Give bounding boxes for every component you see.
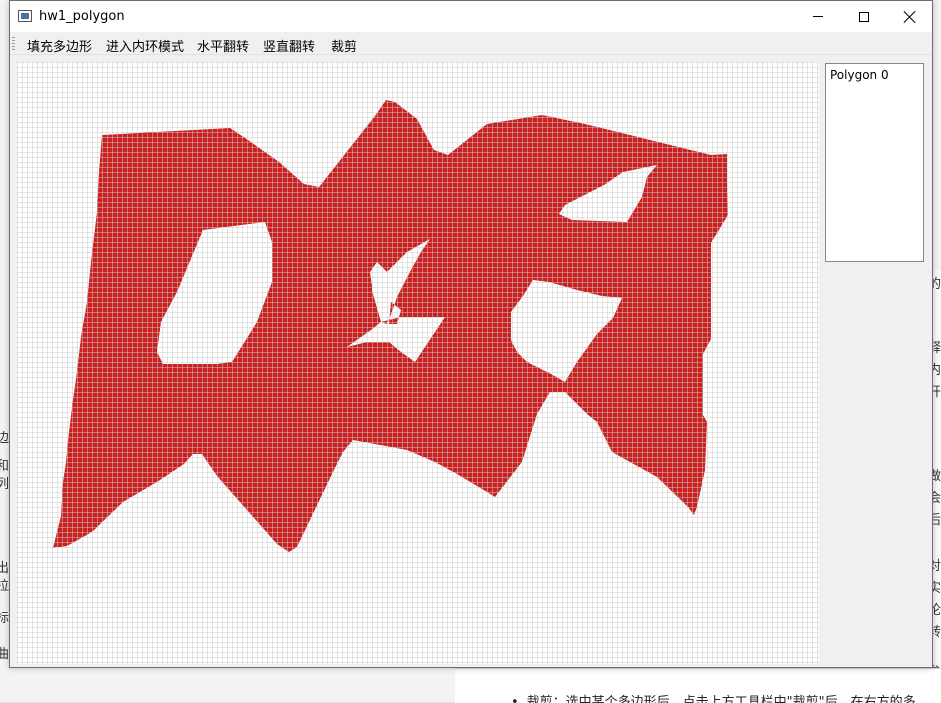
toolbar-grip-icon[interactable]: [12, 37, 15, 51]
background-text-fragment: 边: [0, 431, 9, 446]
app-window-icon: [18, 10, 32, 22]
clip-button[interactable]: 裁剪: [331, 36, 357, 55]
fill-polygon-button[interactable]: 填充多边形: [27, 36, 92, 55]
background-document-left-strip: 边 和 列 出 拉 标 曲: [0, 420, 9, 661]
background-document-bottom: 裁剪：选中某个多边形后，点击上方工具栏中"裁剪"后，在右方的多: [455, 668, 941, 703]
inner-ring-mode-button[interactable]: 进入内环模式: [106, 36, 184, 55]
list-item-polygon-0[interactable]: Polygon 0: [830, 68, 889, 82]
background-text-fragment: 出: [0, 561, 9, 576]
polygon-list[interactable]: Polygon 0: [825, 63, 924, 262]
app-window: hw1_polygon 填充多边形 进入内环模式 水平翻转 竖直翻转 裁剪 Po…: [9, 0, 933, 668]
pixel-grid-canvas[interactable]: [17, 62, 819, 664]
background-text-fragment: 和: [0, 459, 9, 474]
window-title: hw1_polygon: [39, 9, 125, 24]
maximize-icon: [859, 11, 869, 22]
minimize-button[interactable]: [795, 1, 841, 32]
flip-vertical-button[interactable]: 竖直翻转: [263, 36, 315, 55]
title-bar[interactable]: hw1_polygon: [10, 1, 932, 32]
background-text-fragment: 曲: [0, 647, 9, 661]
close-icon: [904, 11, 916, 23]
maximize-button[interactable]: [841, 1, 887, 32]
background-text-fragment: 标: [0, 611, 9, 626]
background-text-fragment: 列: [0, 477, 9, 492]
flip-horizontal-button[interactable]: 水平翻转: [197, 36, 249, 55]
toolbar: 填充多边形 进入内环模式 水平翻转 竖直翻转 裁剪: [10, 32, 932, 55]
background-text-fragment: 拉: [0, 579, 9, 594]
drawing-canvas-area[interactable]: [17, 62, 819, 664]
background-bullet-text: 裁剪：选中某个多边形后，点击上方工具栏中"裁剪"后，在右方的多: [511, 691, 916, 703]
close-button[interactable]: [887, 1, 933, 32]
minimize-icon: [813, 16, 823, 17]
